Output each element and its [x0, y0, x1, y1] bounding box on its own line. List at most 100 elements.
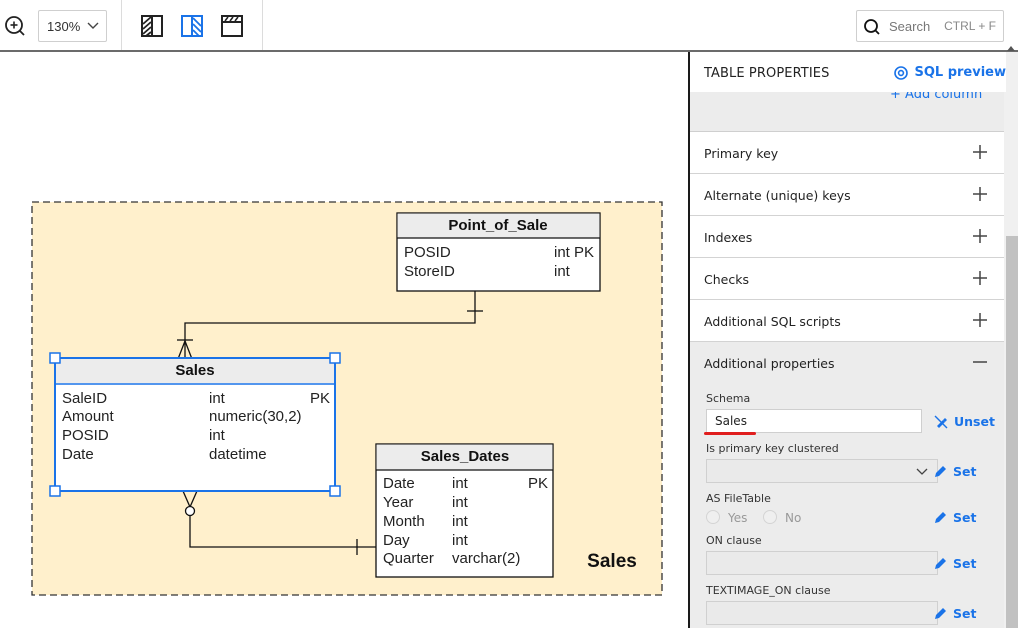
- section-label: Additional SQL scripts: [704, 314, 841, 329]
- section-additional-sql-scripts[interactable]: Additional SQL scripts: [690, 300, 1004, 342]
- table-sales-dates[interactable]: Sales_Dates Date int PK Year int Month i…: [375, 443, 554, 578]
- on-clause-input[interactable]: [706, 551, 938, 575]
- zoom-level-select[interactable]: 130%: [38, 10, 107, 42]
- zoom-level-value: 130%: [47, 19, 81, 34]
- column-type: int: [452, 532, 469, 549]
- toolbar: 130% Search CTRL + F: [0, 0, 1018, 52]
- chevron-down-icon: [916, 468, 928, 475]
- table-title: Sales: [175, 362, 214, 379]
- filetable-set-button[interactable]: Set: [934, 510, 976, 525]
- column-type: numeric(30,2): [209, 408, 302, 425]
- column-name: POSID: [404, 244, 451, 261]
- schema-unset-button[interactable]: Unset: [934, 414, 995, 429]
- resize-handle[interactable]: [329, 485, 341, 497]
- section-primary-key[interactable]: Primary key: [690, 132, 1004, 174]
- textimage-on-label: TEXTIMAGE_ON clause: [706, 584, 831, 597]
- column-name: Date: [383, 475, 415, 492]
- column-name: SaleID: [62, 390, 107, 407]
- panel-scrollbar-thumb[interactable]: [1006, 236, 1018, 628]
- column-type: int: [209, 390, 226, 407]
- table-sales[interactable]: Sales SaleID int PK Amount numeric(30,2)…: [49, 352, 341, 497]
- schema-input[interactable]: [706, 409, 922, 433]
- pencil-icon: [935, 558, 946, 569]
- table-properties-panel: TABLE PROPERTIES SQL preview + Add colum…: [688, 52, 1018, 628]
- section-additional-properties[interactable]: Additional properties: [690, 342, 1004, 384]
- unset-icon: [934, 415, 948, 428]
- column-name: Amount: [62, 408, 115, 425]
- column-type: varchar(2): [452, 550, 520, 567]
- section-label: Checks: [704, 272, 749, 287]
- layout-left-panel-icon[interactable]: [140, 14, 164, 38]
- set-label: Set: [953, 510, 977, 525]
- section-indexes[interactable]: Indexes: [690, 216, 1004, 258]
- subject-area-label: Sales: [587, 551, 637, 572]
- scroll-up-arrow-icon[interactable]: [1007, 46, 1015, 51]
- layout-top-panel-icon[interactable]: [220, 14, 244, 38]
- column-name: Day: [383, 532, 410, 549]
- red-underline-annotation: [704, 432, 756, 435]
- panel-title: TABLE PROPERTIES: [704, 66, 830, 81]
- column-name: Date: [62, 446, 94, 463]
- resize-handle[interactable]: [49, 485, 61, 497]
- pk-clustered-label: Is primary key clustered: [706, 442, 839, 455]
- column-type: datetime: [209, 446, 267, 463]
- column-key: PK: [310, 390, 330, 407]
- section-checks[interactable]: Checks: [690, 258, 1004, 300]
- layout-right-panel-icon[interactable]: [180, 14, 204, 38]
- chevron-down-icon: [87, 22, 99, 29]
- sql-preview-button[interactable]: SQL preview: [893, 65, 1006, 80]
- search-input[interactable]: Search CTRL + F: [856, 10, 1004, 42]
- unset-label: Unset: [954, 414, 995, 429]
- column-type: int: [452, 513, 469, 530]
- plus-icon: [973, 145, 987, 159]
- plus-icon: [973, 229, 987, 243]
- search-placeholder: Search: [889, 19, 931, 34]
- minus-icon: [973, 361, 987, 363]
- diagram-svg: Sales Point_of_Sale POSID int PK StoreID: [31, 201, 663, 596]
- plus-icon: [973, 187, 987, 201]
- table-point-of-sale[interactable]: Point_of_Sale POSID int PK StoreID int: [396, 212, 601, 292]
- table-title: Point_of_Sale: [448, 217, 547, 234]
- zero-marker: [184, 505, 196, 517]
- resize-handle[interactable]: [329, 352, 341, 364]
- toolbar-divider: [121, 0, 122, 50]
- textimage-on-set-button[interactable]: Set: [934, 606, 976, 621]
- on-clause-set-button[interactable]: Set: [934, 556, 976, 571]
- section-label: Indexes: [704, 230, 753, 245]
- plus-icon: [973, 271, 987, 285]
- eye-icon: [894, 65, 909, 80]
- column-name: Quarter: [383, 550, 434, 567]
- column-type: int: [452, 494, 469, 511]
- resize-handle[interactable]: [49, 352, 61, 364]
- section-label: Additional properties: [704, 356, 835, 371]
- filetable-yes-radio[interactable]: [706, 510, 720, 524]
- column-name: Month: [383, 513, 425, 530]
- section-alternate-keys[interactable]: Alternate (unique) keys: [690, 174, 1004, 216]
- column-name: StoreID: [404, 263, 455, 280]
- pencil-icon: [935, 466, 946, 477]
- diagram-canvas[interactable]: Sales Point_of_Sale POSID int PK StoreID: [0, 52, 688, 628]
- pencil-icon: [935, 512, 946, 523]
- pencil-icon: [935, 608, 946, 619]
- column-name: Year: [383, 494, 413, 511]
- textimage-on-input[interactable]: [706, 601, 938, 625]
- pk-clustered-set-button[interactable]: Set: [934, 464, 976, 479]
- filetable-label: AS FileTable: [706, 492, 771, 505]
- sql-preview-label: SQL preview: [914, 65, 1006, 80]
- zoom-in-icon[interactable]: [3, 14, 27, 38]
- set-label: Set: [953, 464, 977, 479]
- table-title: Sales_Dates: [421, 448, 509, 465]
- set-label: Set: [953, 556, 977, 571]
- set-label: Set: [953, 606, 977, 621]
- plus-icon: [973, 313, 987, 327]
- search-shortcut: CTRL + F: [944, 19, 996, 33]
- filetable-no-radio[interactable]: [763, 510, 777, 524]
- pk-clustered-select[interactable]: [706, 459, 938, 483]
- column-type: int: [554, 263, 571, 280]
- column-type: int: [452, 475, 469, 492]
- column-name: POSID: [62, 427, 109, 444]
- toolbar-divider: [262, 0, 263, 50]
- filetable-no-label: No: [785, 511, 802, 525]
- schema-label: Schema: [706, 392, 751, 405]
- on-clause-label: ON clause: [706, 534, 762, 547]
